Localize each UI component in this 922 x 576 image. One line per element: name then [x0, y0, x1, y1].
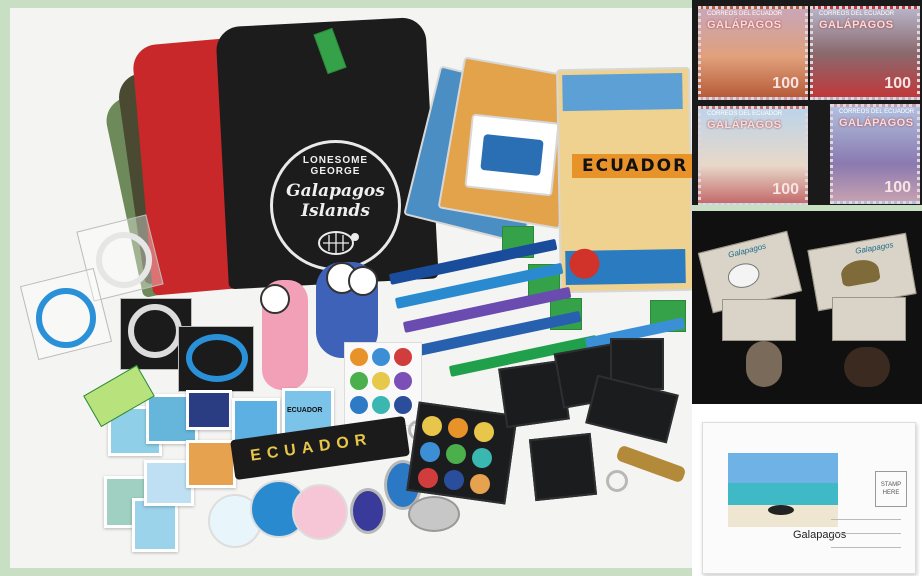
stamp-1-country: GALÁPAGOS [707, 19, 782, 31]
pin-small-2 [372, 348, 390, 366]
stamp-4-header: CORREOS DEL ECUADOR [839, 109, 915, 115]
stamp-frigatebird: CORREOS DEL ECUADOR GALÁPAGOS 100 [810, 6, 920, 100]
pin-box-7 [418, 468, 438, 488]
figurine-tortoise [844, 347, 890, 387]
bracelet-2 [36, 288, 96, 348]
box-lid-text-1: Galapagos [727, 241, 767, 260]
stamp-iguana: CORREOS DEL ECUADOR GALÁPAGOS 100 [698, 6, 808, 100]
sea-lion-image [480, 133, 544, 177]
stamp-2-value: 100 [884, 75, 911, 92]
stamp-3-country: GALÁPAGOS [707, 119, 782, 131]
postcard-rocks [768, 505, 794, 515]
keychain-ring-2 [606, 470, 628, 492]
puzzle-small [464, 113, 560, 197]
postcard-title: Galapagos [793, 529, 847, 541]
address-line-1 [831, 519, 901, 520]
pin-small-1 [350, 348, 368, 366]
pin-small-7 [350, 396, 368, 414]
pin-box-2 [448, 418, 468, 438]
address-line-3 [831, 547, 901, 548]
sticker-ecuador-label: ECUADOR [287, 407, 323, 414]
box-lid-text-2: Galapagos [854, 240, 895, 256]
button-flamingo-2 [292, 484, 348, 540]
pin-box-1 [422, 416, 442, 436]
pin-box-8 [444, 470, 464, 490]
postcard-stamp-box: STAMP HERE [875, 471, 907, 507]
keychain-silver [408, 496, 460, 532]
sticker-night [186, 390, 232, 430]
sticker-sunset [186, 440, 236, 488]
pin-small-8 [372, 396, 390, 414]
puzzle-ecuador [556, 66, 692, 294]
stamps-photo: CORREOS DEL ECUADOR GALÁPAGOS 100 CORREO… [692, 0, 922, 205]
pin-box-9 [470, 474, 490, 494]
bracelet-3 [128, 304, 182, 358]
postcard-stamp-label: STAMP HERE [880, 482, 902, 496]
plush-eye-1 [260, 284, 290, 314]
pin-box-3 [474, 422, 494, 442]
logo-line-2: GEORGE [310, 165, 361, 177]
postcard-sea [728, 483, 838, 505]
stamp-2-header: CORREOS DEL ECUADOR [819, 11, 895, 17]
pin-box-4 [420, 442, 440, 462]
stamp-2-country: GALÁPAGOS [819, 19, 894, 31]
stamp-1-header: CORREOS DEL ECUADOR [707, 11, 783, 17]
puzzle-sky [562, 72, 683, 112]
address-line-2 [831, 533, 901, 534]
pin-small-9 [394, 396, 412, 414]
tortoise-icon [317, 230, 359, 255]
booby-drawing [725, 260, 763, 292]
bracelet-1 [96, 232, 152, 288]
stamp-sea-lion: CORREOS DEL ECUADOR GALÁPAGOS 100 [830, 104, 920, 204]
logo-line-1: LONESOME [302, 154, 369, 166]
postcard-beach-image [728, 453, 838, 527]
puzzle-title: ECUADOR [572, 154, 692, 178]
postcard-sky [728, 453, 838, 483]
pin-box-5 [446, 444, 466, 464]
pin-box-6 [472, 448, 492, 468]
logo-line-3: Galapagos Islands [286, 180, 385, 221]
bracelet-4 [186, 334, 248, 382]
stamp-gull: CORREOS DEL ECUADOR GALÁPAGOS 100 [698, 106, 808, 205]
stamp-4-country: GALÁPAGOS [839, 117, 914, 129]
gift-box-5 [528, 432, 598, 502]
collage: LONESOME GEORGE Galapagos Islands ECUADO… [0, 0, 922, 576]
wooden-boxes-photo: Galapagos Galapagos [692, 211, 922, 404]
box-base-2 [832, 297, 906, 341]
postcard: Galapagos STAMP HERE [702, 422, 916, 574]
stamp-3-header: CORREOS DEL ECUADOR [707, 111, 783, 117]
postcard-photo: Galapagos STAMP HERE [692, 404, 922, 576]
stamp-3-value: 100 [772, 181, 799, 198]
souvenir-collection-photo: LONESOME GEORGE Galapagos Islands ECUADO… [10, 8, 692, 568]
figurine-booby [746, 341, 782, 387]
gift-box-4 [585, 374, 679, 444]
sticker-map-2 [132, 498, 178, 552]
pin-small-4 [350, 372, 368, 390]
tshirt-logo: LONESOME GEORGE Galapagos Islands [270, 140, 401, 271]
stamp-1-value: 100 [772, 75, 799, 92]
pin-small-6 [394, 372, 412, 390]
tortoise-drawing [839, 257, 881, 288]
stamp-4-value: 100 [884, 179, 911, 196]
letter-magnet-bar-text: ECUADOR [249, 430, 374, 465]
pin-small-5 [372, 372, 390, 390]
box-base-1 [722, 299, 796, 341]
keychain-oval [350, 488, 386, 534]
plush-eye-3 [348, 266, 378, 296]
pin-small-3 [394, 348, 412, 366]
